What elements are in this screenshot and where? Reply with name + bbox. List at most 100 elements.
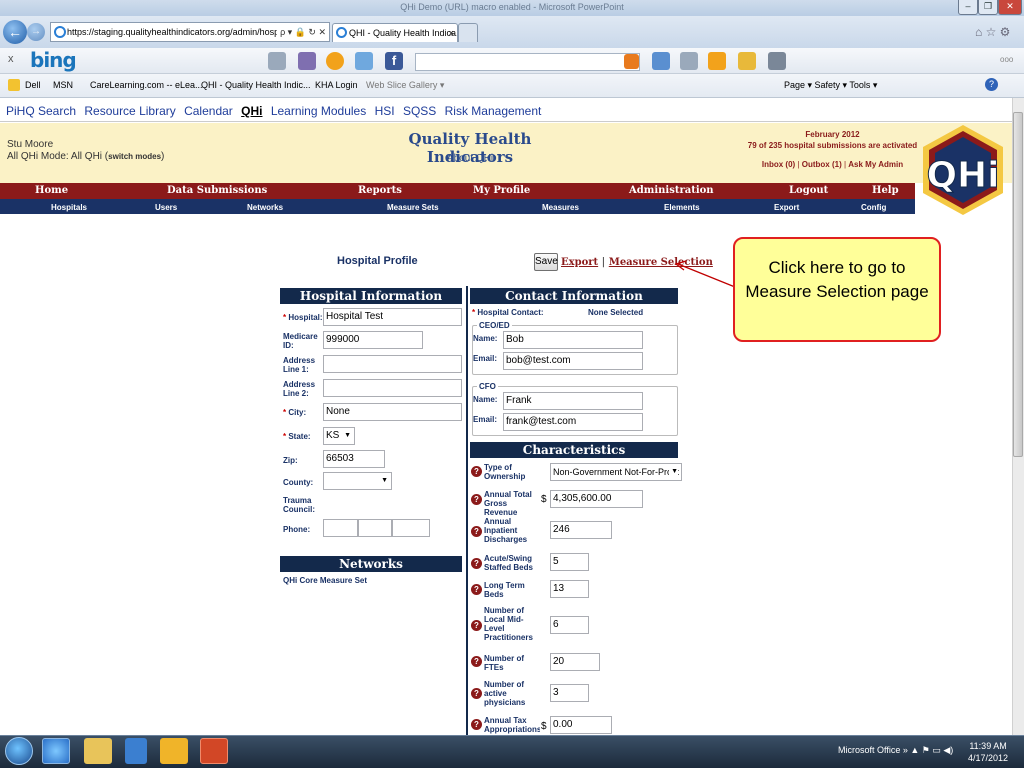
toolbar-tool-icon[interactable] — [355, 52, 373, 70]
search-icon[interactable] — [624, 54, 639, 69]
help-icon[interactable]: ? — [471, 526, 482, 537]
toolbar-tool-icon[interactable] — [738, 52, 756, 70]
subnav-users[interactable]: Users — [155, 203, 177, 212]
city-input[interactable]: None — [323, 403, 462, 421]
file-explorer-icon[interactable] — [84, 738, 112, 764]
ceo-email-input[interactable]: bob@test.com — [503, 352, 643, 370]
like-icon[interactable] — [652, 52, 670, 70]
internet-explorer-icon[interactable] — [42, 738, 70, 764]
help-icon[interactable]: ? — [985, 78, 998, 91]
tab-qhi[interactable]: QHI - Quality Health Indica... × — [332, 23, 458, 42]
media-player-icon[interactable] — [125, 738, 147, 764]
ceo-name-input[interactable]: Bob — [503, 331, 643, 349]
help-icon[interactable]: ? — [471, 620, 482, 631]
gross-revenue-input[interactable]: 4,305,600.00 — [550, 490, 643, 508]
link-qhi[interactable]: QHi — [241, 104, 262, 118]
help-icon[interactable]: ? — [471, 494, 482, 505]
address-controls[interactable]: ρ ▾ 🔒 ↻ ✕ — [277, 23, 326, 41]
scrollbar-thumb[interactable] — [1013, 112, 1023, 457]
ownership-select[interactable]: Non-Government Not-For-Profit ▼ — [550, 463, 682, 481]
long-term-beds-input[interactable]: 13 — [550, 580, 589, 598]
fav-kha-login[interactable]: KHA Login — [315, 80, 358, 90]
command-bar[interactable]: Page ▾ Safety ▾ Tools ▾ — [784, 80, 877, 91]
tax-appropriations-input[interactable]: 0.00 — [550, 716, 612, 734]
ask-my-admin-link[interactable]: Ask My Admin — [848, 160, 903, 169]
weather-icon[interactable] — [326, 52, 344, 70]
subnav-export[interactable]: Export — [774, 203, 799, 212]
link-pihq-search[interactable]: PiHQ Search — [6, 104, 76, 118]
forward-button[interactable]: → — [27, 23, 45, 41]
powerpoint-icon[interactable] — [200, 738, 228, 764]
phone-area-input[interactable] — [323, 519, 358, 537]
favorites-star-icon[interactable] — [8, 79, 20, 91]
toolbar-tool-icon[interactable] — [680, 52, 698, 70]
mid-level-practitioners-input[interactable]: 6 — [550, 616, 589, 634]
tray-office-label[interactable]: Microsoft Office — [838, 745, 900, 755]
link-calendar[interactable]: Calendar — [184, 104, 233, 118]
start-button[interactable] — [5, 737, 33, 765]
subnav-hospitals[interactable]: Hospitals — [51, 203, 87, 212]
zip-input[interactable]: 66503 — [323, 450, 385, 468]
close-window-button[interactable]: ✕ — [998, 0, 1022, 15]
county-select[interactable]: ▼ — [323, 472, 392, 490]
help-icon[interactable]: ? — [471, 656, 482, 667]
fav-qhi[interactable]: QHI - Quality Health Indic... — [201, 80, 311, 90]
help-icon[interactable]: ? — [471, 688, 482, 699]
medicare-id-input[interactable]: 999000 — [323, 331, 423, 349]
fav-web-slice-gallery[interactable]: Web Slice Gallery ▾ — [366, 80, 444, 91]
cfo-email-input[interactable]: frank@test.com — [503, 413, 643, 431]
phone-prefix-input[interactable] — [358, 519, 392, 537]
close-toolbar-icon[interactable]: x — [8, 53, 14, 65]
nav-logout[interactable]: Logout — [789, 185, 828, 196]
toolbar-tool-icon[interactable] — [708, 52, 726, 70]
minimize-button[interactable]: – — [958, 0, 978, 15]
hospital-name-input[interactable]: Hospital Test — [323, 308, 462, 326]
link-risk-management[interactable]: Risk Management — [445, 104, 542, 118]
active-physicians-input[interactable]: 3 — [550, 684, 589, 702]
subnav-networks[interactable]: Networks — [247, 203, 283, 212]
toolbar-tool-icon[interactable] — [768, 52, 786, 70]
maximize-button[interactable]: ❐ — [978, 0, 998, 15]
tray-icons[interactable]: » ▲ ⚑ ▭ ◀) — [903, 745, 953, 755]
subnav-measure-sets[interactable]: Measure Sets — [387, 203, 439, 212]
new-tab-button[interactable] — [458, 23, 478, 42]
link-learning-modules[interactable]: Learning Modules — [271, 104, 366, 118]
export-link[interactable]: Export — [561, 257, 598, 268]
nav-my-profile[interactable]: My Profile — [473, 185, 530, 196]
toolbar-more-icon[interactable]: ooo — [1000, 55, 1013, 64]
inbox-link[interactable]: Inbox (0) — [762, 160, 795, 169]
fav-dell[interactable]: Dell — [25, 80, 41, 90]
nav-help[interactable]: Help — [872, 185, 899, 196]
toolbar-search-input[interactable] — [415, 53, 640, 71]
address2-input[interactable] — [323, 379, 462, 397]
back-button[interactable]: ← — [3, 20, 27, 44]
fav-carelearning[interactable]: CareLearning.com -- eLea... — [90, 80, 203, 90]
nav-home[interactable]: Home — [35, 185, 68, 196]
help-icon[interactable]: ? — [471, 558, 482, 569]
toolbar-tool-icon[interactable] — [268, 52, 286, 70]
outbox-link[interactable]: Outbox (1) — [802, 160, 842, 169]
save-button[interactable]: Save — [534, 253, 558, 271]
fav-msn[interactable]: MSN — [53, 80, 73, 90]
clock[interactable]: 11:39 AM 4/17/2012 — [968, 740, 1008, 764]
about-qhi-link[interactable]: About QHi — [430, 153, 510, 164]
link-hsi[interactable]: HSI — [375, 104, 395, 118]
facebook-icon[interactable]: f — [385, 52, 403, 70]
toolbar-tool-icon[interactable] — [298, 52, 316, 70]
outlook-icon[interactable] — [160, 738, 188, 764]
phone-line-input[interactable] — [392, 519, 430, 537]
staffed-beds-input[interactable]: 5 — [550, 553, 589, 571]
link-sqss[interactable]: SQSS — [403, 104, 436, 118]
nav-data-submissions[interactable]: Data Submissions — [167, 185, 267, 196]
inpatient-discharges-input[interactable]: 246 — [550, 521, 612, 539]
nav-administration[interactable]: Administration — [629, 185, 714, 196]
help-icon[interactable]: ? — [471, 719, 482, 730]
home-star-gear-icons[interactable]: ⌂ ☆ ⚙ — [975, 25, 1010, 39]
state-select[interactable]: KS ▼ — [323, 427, 355, 445]
subnav-measures[interactable]: Measures — [542, 203, 579, 212]
help-icon[interactable]: ? — [471, 584, 482, 595]
switch-modes-link[interactable]: switch modes — [108, 152, 161, 161]
tab-close-icon[interactable]: × — [449, 24, 454, 42]
address1-input[interactable] — [323, 355, 462, 373]
cfo-name-input[interactable]: Frank — [503, 392, 643, 410]
